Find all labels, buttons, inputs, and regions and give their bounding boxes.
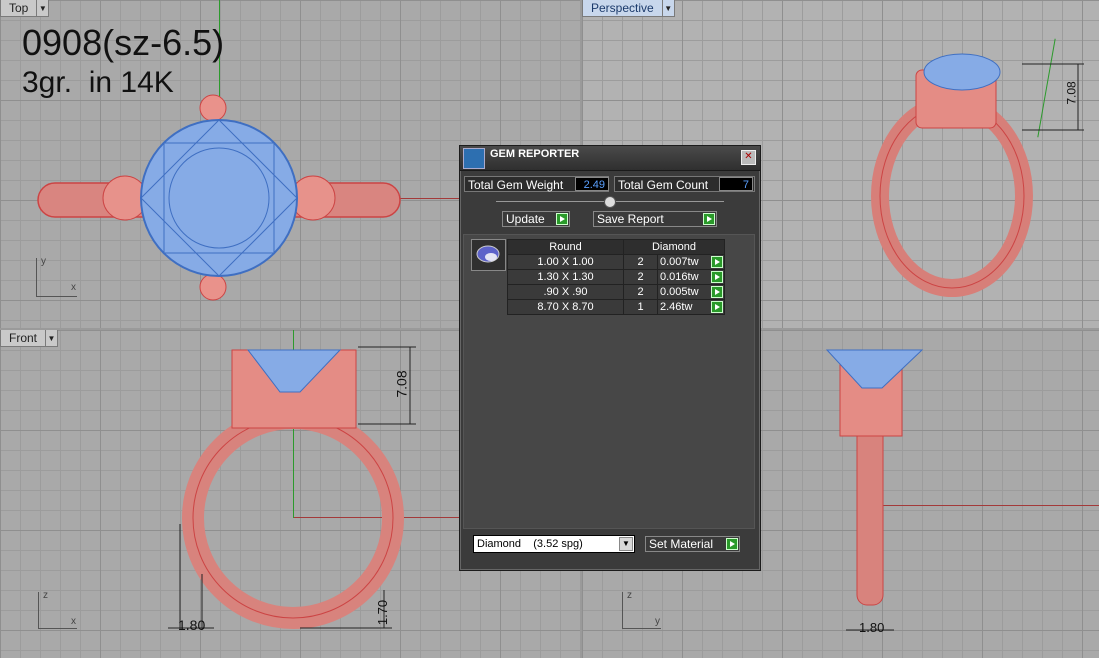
top-note-line1: 0908(sz-6.5) [22,22,225,63]
table-row[interactable]: 1.30 X 1.30 2 0.016tw [507,269,725,285]
axis-a-label: z [43,590,48,601]
set-material-button[interactable]: Set Material [645,536,740,552]
select-gem-button[interactable] [711,301,723,313]
dialog-titlebar[interactable]: GEM REPORTER ✕ [460,146,760,171]
splitter-handle[interactable] [604,196,616,208]
gem-thumbnail [471,239,506,271]
play-icon [726,538,738,550]
total-gem-weight-value: 2.49 [575,177,609,191]
gem-size: 1.00 X 1.00 [507,254,624,270]
close-icon[interactable]: ✕ [741,150,756,165]
viewport-tab-top[interactable]: Top ▼ [0,0,50,17]
gem-count: 2 [623,269,658,285]
table-row[interactable]: 1.00 X 1.00 2 0.007tw [507,254,725,270]
gem-size: .90 X .90 [507,284,624,300]
chevron-down-icon[interactable]: ▼ [46,330,59,347]
axis-a-label: y [41,256,46,267]
gem-weight: 0.005tw [660,286,699,298]
gem-reporter-logo-icon [463,148,485,169]
gem-weight: 2.46tw [660,301,693,313]
gem-stone-icon [476,245,500,263]
select-gem-button[interactable] [711,286,723,298]
play-icon [703,213,715,225]
axis-indicator: y x [36,256,77,297]
gem-size: 8.70 X 8.70 [507,299,624,315]
front-dim-band: 1.80 [178,617,206,633]
right-dim-band: 1.80 [859,620,885,635]
select-gem-button[interactable] [711,271,723,283]
gem-table: Round Diamond 1.00 X 1.00 2 0.007tw 1.30… [507,239,725,315]
play-icon [556,213,568,225]
save-report-label: Save Report [597,212,664,226]
axis-indicator: z x [38,590,77,629]
gem-weight: 0.016tw [660,271,699,283]
front-dim-thick: 1.70 [375,599,391,626]
persp-dim-height: 7.08 [1064,81,1079,105]
gem-size: 1.30 X 1.30 [507,269,624,285]
viewport-tab-perspective[interactable]: Perspective ▼ [582,0,675,17]
column-header-material: Diamond [623,239,725,255]
viewport-label: Top [0,0,38,17]
gem-count: 1 [623,299,658,315]
material-select-value: Diamond (3.52 spg) [477,538,583,550]
update-label: Update [506,212,545,226]
material-select[interactable]: Diamond (3.52 spg) ▼ [473,535,635,553]
front-dim-height: 7.08 [393,370,410,398]
table-header-row: Round Diamond [507,239,725,255]
chevron-down-icon[interactable]: ▼ [619,537,633,551]
gem-count: 2 [623,284,658,300]
axis-a-label: z [627,590,632,601]
gem-reporter-dialog: GEM REPORTER ✕ Total Gem Weight 2.49 Tot… [459,145,761,571]
axis-b-label: y [655,616,660,627]
save-report-button[interactable]: Save Report [593,211,717,227]
axis-indicator: z y [622,590,661,629]
column-header-shape: Round [507,239,624,255]
table-row[interactable]: 8.70 X 8.70 1 2.46tw [507,299,725,315]
viewport-tab-front[interactable]: Front ▼ [0,330,59,347]
dialog-title: GEM REPORTER [490,148,580,160]
chevron-down-icon[interactable]: ▼ [662,0,675,17]
gem-weight: 0.007tw [660,256,699,268]
gem-count: 2 [623,254,658,270]
axis-b-label: x [71,616,76,627]
chevron-down-icon[interactable]: ▼ [37,0,50,17]
viewport-label: Perspective [582,0,663,17]
select-gem-button[interactable] [711,256,723,268]
total-gem-count-value: 7 [719,177,753,191]
table-row[interactable]: .90 X .90 2 0.005tw [507,284,725,300]
viewport-label: Front [0,330,47,347]
axis-b-label: x [71,282,76,293]
update-button[interactable]: Update [502,211,570,227]
top-note-line2: 3gr. in 14K [22,66,174,99]
set-material-label: Set Material [649,537,714,551]
